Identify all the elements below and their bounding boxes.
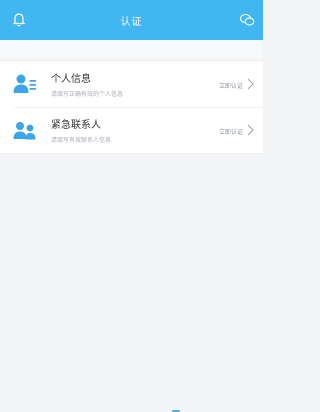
verification-list: 个人信息 请填写正确有效的个人信息 立即认证 紧急联系人 请填写有效联系人信息 …: [0, 60, 263, 154]
chevron-right-icon: [247, 78, 254, 90]
item-title: 紧急联系人: [51, 120, 101, 131]
list-item-personal-info[interactable]: 个人信息 请填写正确有效的个人信息 立即认证: [0, 61, 263, 107]
spacer: [0, 40, 263, 60]
chevron-right-icon: [247, 124, 254, 136]
item-subtitle: 请填写有效联系人信息: [51, 137, 112, 144]
person-id-icon: [13, 74, 36, 93]
verify-now-link[interactable]: 立即认证: [219, 127, 243, 136]
item-subtitle: 请填写正确有效的个人信息: [51, 91, 124, 98]
list-item-emergency-contact[interactable]: 紧急联系人 请填写有效联系人信息 立即认证: [0, 107, 263, 153]
item-title: 个人信息: [51, 74, 91, 85]
verify-now-link[interactable]: 立即认证: [219, 81, 243, 90]
chat-icon[interactable]: [239, 12, 255, 28]
top-bar: 认证: [0, 0, 263, 40]
page-title: 认证: [120, 17, 143, 28]
contacts-icon: [13, 122, 36, 140]
